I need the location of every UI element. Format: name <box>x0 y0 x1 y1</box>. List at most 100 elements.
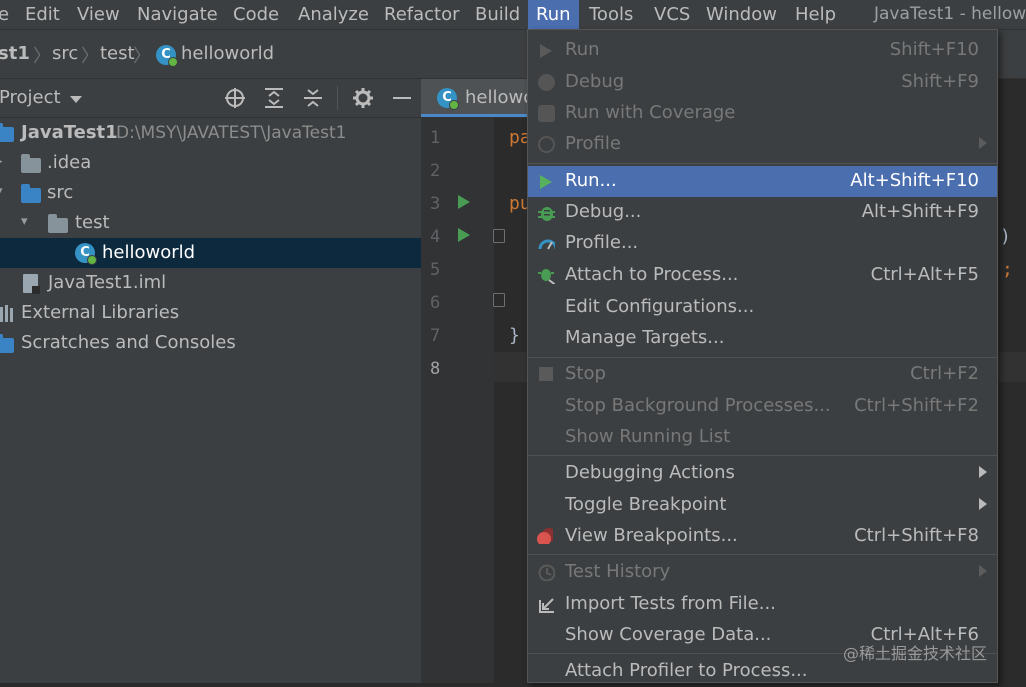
menu-item-debugging-actions[interactable]: Debugging Actions <box>528 458 997 489</box>
run-menu-dropdown: Run Shift+F10 Debug Shift+F9 Run with Co… <box>527 29 998 683</box>
menu-code[interactable]: Code <box>233 0 279 29</box>
breadcrumb-helloworld[interactable]: helloworld <box>181 43 274 64</box>
menu-item-import-tests[interactable]: Import Tests from File... <box>528 589 997 620</box>
watermark: @稀土掘金技术社区 <box>843 644 988 663</box>
gear-icon[interactable] <box>352 87 374 109</box>
tree-item-javatest1[interactable]: JavaTest1 D:\MSY\JAVATEST\JavaTest1 <box>0 118 421 148</box>
tree-item-test[interactable]: ▾ test <box>0 208 421 238</box>
menu-item-shortcut: Alt+Shift+F9 <box>861 201 979 222</box>
editor-tab-helloworld[interactable]: C hellowo <box>421 79 534 117</box>
java-class-icon: C <box>156 45 178 67</box>
locate-icon[interactable] <box>224 87 246 109</box>
project-panel-header: Project <box>0 79 421 118</box>
menu-item-run-dialog[interactable]: Run... Alt+Shift+F10 <box>528 166 997 197</box>
menu-item-test-history[interactable]: Test History <box>528 557 997 588</box>
tree-item-path: D:\MSY\JAVATEST\JavaTest1 <box>116 123 347 143</box>
menu-item-shortcut: Ctrl+Shift+F8 <box>854 525 979 546</box>
submenu-arrow-icon <box>979 498 987 510</box>
fold-marker-icon[interactable] <box>493 229 505 243</box>
run-gutter-icon[interactable] <box>458 228 470 242</box>
chevron-down-icon[interactable]: ▾ <box>21 214 28 229</box>
chevron-right-icon[interactable]: ▸ <box>0 154 3 169</box>
menu-run[interactable]: Run <box>528 0 579 29</box>
collapse-all-icon[interactable] <box>302 87 324 109</box>
line-number: 4 <box>430 227 441 247</box>
minimize-icon[interactable] <box>393 97 411 99</box>
menu-tools[interactable]: Tools <box>589 0 633 29</box>
menu-item-debug[interactable]: Debug Shift+F9 <box>528 67 997 98</box>
stop-icon <box>539 367 553 381</box>
menu-item-toggle-breakpoint[interactable]: Toggle Breakpoint <box>528 490 997 521</box>
project-view-selector[interactable]: Project <box>0 87 61 108</box>
debug-bug-icon <box>538 207 555 221</box>
tree-item-src[interactable]: ▾ src <box>0 178 421 208</box>
toolbar-divider <box>337 86 338 110</box>
line-number: 7 <box>430 326 441 346</box>
scratches-icon <box>0 334 14 353</box>
menu-item-edit-configurations[interactable]: Edit Configurations... <box>528 292 997 323</box>
menu-separator <box>528 357 997 358</box>
library-icon <box>0 305 13 322</box>
profiler-icon <box>538 136 555 153</box>
menu-item-stop[interactable]: Stop Ctrl+F2 <box>528 359 997 390</box>
menu-item-label: Show Coverage Data... <box>565 624 772 645</box>
chevron-down-icon[interactable] <box>70 96 82 103</box>
run-gutter-icon[interactable] <box>458 195 470 209</box>
menu-item-attach-to-process[interactable]: Attach to Process... Ctrl+Alt+F5 <box>528 260 997 291</box>
menu-edit[interactable]: Edit <box>25 0 60 29</box>
line-number: 5 <box>430 260 441 280</box>
editor-tab-bar: C hellowo <box>421 79 534 118</box>
menu-item-manage-targets[interactable]: Manage Targets... <box>528 323 997 354</box>
menu-item-run[interactable]: Run Shift+F10 <box>528 35 997 66</box>
tree-item-external-libraries[interactable]: External Libraries <box>0 298 421 328</box>
tree-item-label: .idea <box>47 152 92 173</box>
breadcrumb-src[interactable]: src <box>52 43 78 64</box>
tree-item-idea[interactable]: ▸ .idea <box>0 148 421 178</box>
menu-item-profile-dialog[interactable]: Profile... <box>528 228 997 259</box>
breadcrumb-test[interactable]: test <box>100 43 135 64</box>
menu-build[interactable]: Build <box>475 0 520 29</box>
tree-item-label: Scratches and Consoles <box>21 332 236 353</box>
menu-item-run-with-coverage[interactable]: Run with Coverage <box>528 98 997 129</box>
package-icon <box>48 214 68 233</box>
clock-icon <box>538 564 555 581</box>
menu-help[interactable]: Help <box>795 0 836 29</box>
menu-item-shortcut: Ctrl+F2 <box>910 363 979 384</box>
menu-navigate[interactable]: Navigate <box>137 0 218 29</box>
tree-item-helloworld[interactable]: C helloworld <box>0 238 421 268</box>
menu-analyze[interactable]: Analyze <box>298 0 369 29</box>
menu-item-view-breakpoints[interactable]: View Breakpoints... Ctrl+Shift+F8 <box>528 521 997 552</box>
menu-item-shortcut: Shift+F10 <box>889 39 979 60</box>
menu-item-debug-dialog[interactable]: Debug... Alt+Shift+F9 <box>528 197 997 228</box>
code-token: ; <box>1002 259 1013 280</box>
fold-marker-icon[interactable] <box>493 293 505 307</box>
tree-item-label: test <box>75 212 110 233</box>
breadcrumb-project[interactable]: st1 <box>0 43 30 64</box>
menu-view[interactable]: View <box>77 0 120 29</box>
menu-item-shortcut: Shift+F9 <box>901 71 979 92</box>
menu-item-label: Show Running List <box>565 426 731 447</box>
menu-item-show-running-list[interactable]: Show Running List <box>528 422 997 453</box>
tree-item-iml[interactable]: JavaTest1.iml <box>0 268 421 298</box>
import-icon <box>539 598 554 613</box>
menu-vcs[interactable]: VCS <box>654 0 690 29</box>
breadcrumb-separator: 〉 <box>81 46 99 67</box>
tree-item-scratches[interactable]: Scratches and Consoles <box>0 328 421 358</box>
code-token: ) <box>1000 226 1011 247</box>
coverage-icon <box>538 105 555 122</box>
menu-window[interactable]: Window <box>706 0 777 29</box>
submenu-arrow-icon <box>979 565 987 577</box>
menu-item-label: View Breakpoints... <box>565 525 738 546</box>
menu-refactor[interactable]: Refactor <box>384 0 460 29</box>
menu-item-label: Debugging Actions <box>565 462 735 483</box>
chevron-down-icon[interactable]: ▾ <box>0 184 3 199</box>
editor-tab-label: hellowo <box>465 87 535 108</box>
window-title: JavaTest1 - hellow <box>874 4 1026 24</box>
java-class-icon: C <box>75 243 97 265</box>
menu-item-stop-background[interactable]: Stop Background Processes... Ctrl+Shift+… <box>528 391 997 422</box>
menu-item-profile[interactable]: Profile <box>528 129 997 160</box>
menu-file[interactable]: e <box>0 0 9 29</box>
expand-all-icon[interactable] <box>263 87 285 109</box>
module-folder-icon <box>0 123 14 142</box>
run-icon <box>540 175 552 189</box>
